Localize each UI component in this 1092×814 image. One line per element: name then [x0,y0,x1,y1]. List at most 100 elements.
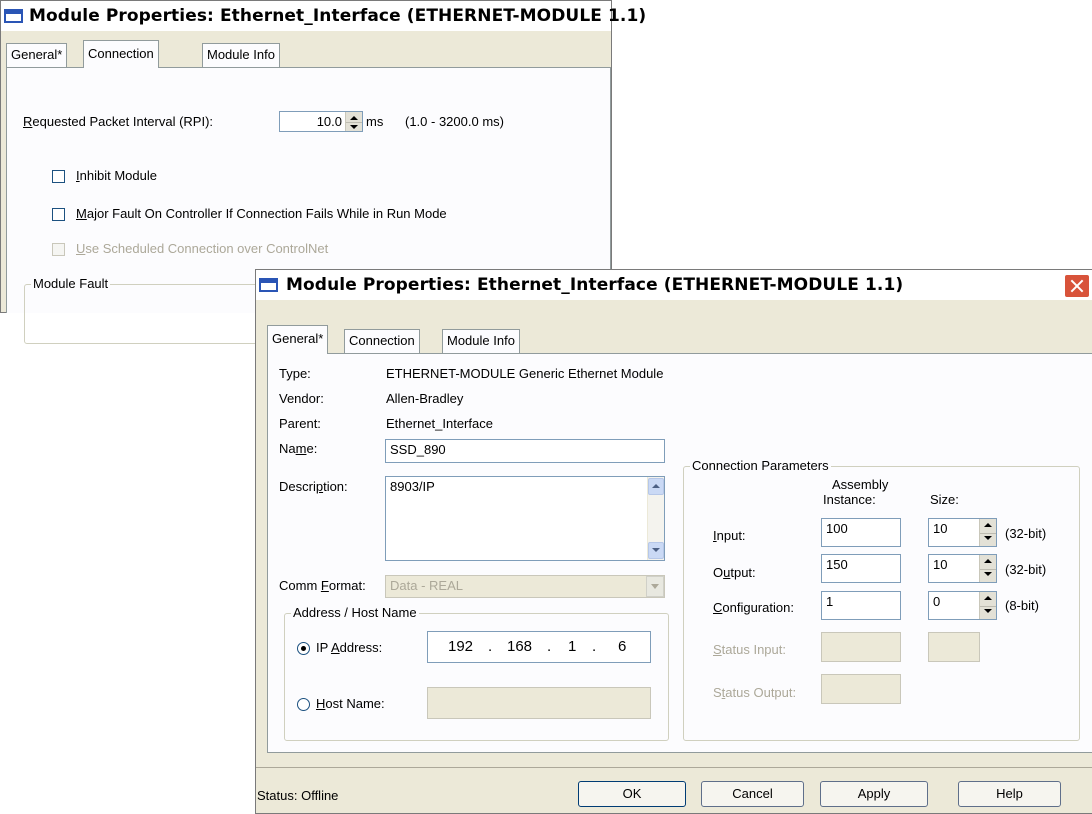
configuration-label: Configuration: [713,600,794,615]
rpi-range: (1.0 - 3200.0 ms) [405,114,504,129]
spin-down-icon[interactable] [346,122,362,132]
back-tab-general[interactable]: General* [6,43,68,67]
front-tab-general[interactable]: General* [267,325,329,354]
output-size-spinner[interactable] [979,555,996,582]
rpi-label: Requested Packet Interval (RPI): [23,114,214,129]
status-text: Status: Offline [257,788,339,803]
inhibit-module-label: Inhibit Module [76,168,157,183]
front-tab-module-info[interactable]: Module Info [442,329,520,354]
ip-address-radio[interactable] [297,642,310,655]
output-size-value: 10 [933,557,948,572]
spin-down-icon[interactable] [980,606,996,620]
type-label: Type: [279,366,311,381]
spin-up-icon[interactable] [980,592,996,607]
output-size-unit: (32-bit) [1005,562,1047,577]
parent-value: Ethernet_Interface [386,416,493,431]
back-title-bar[interactable]: Module Properties: Ethernet_Interface (E… [1,1,646,31]
spin-down-icon[interactable] [980,533,996,547]
spin-up-icon[interactable] [980,519,996,534]
rpi-spinner[interactable] [345,112,362,131]
name-label: Name: [279,441,318,456]
front-dialog-window: Module Properties: Ethernet_Interface (E… [255,269,1092,814]
input-size-unit: (32-bit) [1005,526,1047,541]
status-input-instance-field[interactable] [821,632,901,662]
scroll-up-icon[interactable] [648,478,664,495]
description-label: Description: [279,479,348,494]
comm-format-label: Comm Format: [279,578,366,593]
chevron-down-icon[interactable] [646,576,664,597]
major-fault-label: Major Fault On Controller If Connection … [76,206,447,221]
size-column-header: Size: [930,492,959,507]
ip-octet-2: 168 [507,638,533,655]
input-size-spinner[interactable] [979,519,996,546]
output-label: Output: [713,565,756,580]
configuration-instance-field[interactable]: 1 [821,591,901,620]
output-instance-field[interactable]: 150 [821,554,901,583]
name-value: SSD_890 [390,442,446,457]
window-icon [259,278,278,292]
ip-octet-3: 1 [568,638,577,655]
comm-format-select[interactable]: Data - REAL [385,575,665,598]
input-size-value: 10 [933,521,948,536]
scheduled-connection-checkbox[interactable] [52,243,65,256]
ip-octet-4: 6 [618,638,627,655]
status-output-instance-field[interactable] [821,674,901,704]
front-general-panel: Type: ETHERNET-MODULE Generic Ethernet M… [267,353,1092,753]
ip-dot: . [547,638,552,655]
description-value: 8903/IP [390,479,435,494]
front-title-bar[interactable]: Module Properties: Ethernet_Interface (E… [256,270,1092,300]
ip-dot: . [592,638,597,655]
connection-parameters-title: Connection Parameters [690,458,831,473]
ok-button[interactable]: OK [578,781,686,807]
input-label: Input: [713,528,746,543]
scheduled-connection-label: Use Scheduled Connection over ControlNet [76,241,329,256]
host-name-label: Host Name: [316,696,385,711]
scroll-down-icon[interactable] [648,542,664,559]
parent-label: Parent: [279,416,321,431]
connection-parameters-group: Connection Parameters Assembly Instance:… [683,458,1080,741]
configuration-size-value: 0 [933,594,941,609]
configuration-size-spinner[interactable] [979,592,996,619]
comm-format-value: Data - REAL [390,578,463,593]
back-tab-module-info[interactable]: Module Info [202,43,280,67]
spin-down-icon[interactable] [980,569,996,583]
name-input[interactable]: SSD_890 [385,439,665,463]
host-name-radio[interactable] [297,698,310,711]
assembly-column-header-2: Instance: [823,492,876,507]
status-divider [256,767,1092,768]
ip-octet-1: 192 [448,638,474,655]
module-fault-group-title: Module Fault [31,276,111,291]
rpi-unit: ms [366,114,384,129]
ip-dot: . [488,638,493,655]
vendor-value: Allen-Bradley [386,391,464,406]
output-instance-value: 150 [826,557,848,572]
description-scrollbar[interactable] [647,477,664,560]
description-textarea[interactable]: 8903/IP [385,476,665,561]
address-group: Address / Host Name IP Address: 192 . 16… [284,605,669,741]
front-tab-connection[interactable]: Connection [344,329,420,354]
major-fault-checkbox[interactable] [52,208,65,221]
apply-button[interactable]: Apply [820,781,928,807]
back-window-title: Module Properties: Ethernet_Interface (E… [29,6,647,26]
ip-address-input[interactable]: 192 . 168 . 1 . 6 [427,631,651,663]
input-instance-value: 100 [826,521,848,536]
close-icon[interactable] [1064,274,1090,298]
status-input-size-field[interactable] [928,632,980,662]
spin-up-icon[interactable] [980,555,996,570]
type-value: ETHERNET-MODULE Generic Ethernet Module [386,366,664,381]
rpi-value: 10.0 [316,114,342,129]
status-output-label: Status Output: [713,685,797,700]
back-tab-connection[interactable]: Connection [83,40,159,68]
window-icon [4,9,23,23]
back-dialog-window: Module Properties: Ethernet_Interface (E… [0,0,646,344]
configuration-size-unit: (8-bit) [1005,598,1039,613]
assembly-column-header-1: Assembly [832,477,889,492]
inhibit-module-checkbox[interactable] [52,170,65,183]
ip-address-label: IP Address: [316,640,383,655]
input-instance-field[interactable]: 100 [821,518,901,547]
help-button[interactable]: Help [958,781,1061,807]
cancel-button[interactable]: Cancel [701,781,804,807]
status-input-label: Status Input: [713,642,786,657]
host-name-input[interactable] [427,687,651,719]
vendor-label: Vendor: [279,391,324,406]
